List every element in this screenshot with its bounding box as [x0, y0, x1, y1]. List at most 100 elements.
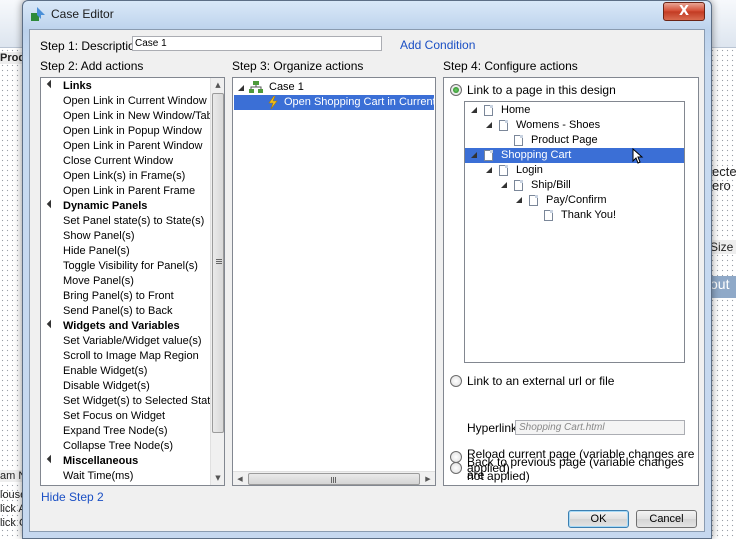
- expand-arrow-icon[interactable]: [46, 79, 56, 89]
- action-item[interactable]: Collapse Tree Node(s): [63, 440, 173, 452]
- page-name: Womens - Shoes: [516, 119, 601, 131]
- selected-action-label: Open Shopping Cart in Current Window: [284, 96, 434, 108]
- page-icon: [499, 120, 508, 131]
- action-item[interactable]: Wait Time(ms): [63, 470, 133, 482]
- scroll-down-icon[interactable]: ▼: [211, 471, 224, 485]
- collapse-arrow-icon[interactable]: [501, 182, 507, 188]
- collapse-arrow-icon[interactable]: [486, 167, 492, 173]
- add-condition-link[interactable]: Add Condition: [400, 38, 475, 52]
- action-item[interactable]: Enable Widget(s): [63, 365, 147, 377]
- selected-action-row[interactable]: Open Shopping Cart in Current Window: [234, 95, 434, 110]
- page-name: Home: [501, 104, 531, 116]
- page-icon: [544, 210, 553, 221]
- action-item[interactable]: Disable Widget(s): [63, 380, 150, 392]
- scroll-left-icon[interactable]: ◀: [233, 472, 247, 485]
- page-name: Shopping Cart: [501, 149, 572, 161]
- collapse-arrow-icon[interactable]: [486, 122, 492, 128]
- scroll-thumb[interactable]: [212, 93, 224, 433]
- ok-button[interactable]: OK: [568, 510, 629, 528]
- page-icon: [514, 180, 523, 191]
- actions-scrollbar[interactable]: ▲ ▼: [210, 78, 224, 485]
- link-page-radio[interactable]: [450, 84, 462, 96]
- step4-label: Step 4: Configure actions: [443, 59, 578, 73]
- case-editor-dialog: Case Editor X Step 1: Description Add Co…: [22, 0, 712, 539]
- page-tree-node[interactable]: Shopping Cart: [465, 148, 684, 164]
- hyperlink-label: Hyperlink: [467, 421, 518, 435]
- page-tree-node[interactable]: Ship/Bill: [465, 178, 684, 193]
- action-group-header[interactable]: Links: [63, 80, 92, 92]
- action-item[interactable]: Set Widget(s) to Selected State: [63, 395, 216, 407]
- lightning-icon: [268, 96, 278, 109]
- expand-arrow-icon[interactable]: [46, 199, 56, 209]
- action-item[interactable]: Hide Panel(s): [63, 245, 130, 257]
- step1-label: Step 1: Description: [40, 39, 142, 53]
- title-bar[interactable]: Case Editor X: [23, 1, 711, 27]
- action-group-header[interactable]: Widgets and Variables: [63, 320, 180, 332]
- close-button[interactable]: X: [663, 2, 705, 21]
- action-item[interactable]: Set Panel state(s) to State(s): [63, 215, 204, 227]
- expand-arrow-icon[interactable]: [46, 454, 56, 464]
- page-tree-node[interactable]: Thank You!: [465, 208, 684, 223]
- page-name: Ship/Bill: [531, 179, 571, 191]
- action-item[interactable]: Show Panel(s): [63, 230, 135, 242]
- app-icon: [31, 7, 45, 21]
- back-page-radio[interactable]: [450, 462, 462, 474]
- page-icon: [499, 165, 508, 176]
- action-item[interactable]: Set Focus on Widget: [63, 410, 165, 422]
- bg-fragment: ero: [712, 178, 731, 193]
- external-url-radio[interactable]: [450, 375, 462, 387]
- bg-fragment: lick A: [0, 503, 24, 515]
- bg-fragment: lick C: [0, 517, 24, 529]
- action-item[interactable]: Bring Panel(s) to Front: [63, 290, 174, 302]
- action-item[interactable]: Set Variable/Widget value(s): [63, 335, 202, 347]
- expand-arrow-icon[interactable]: [46, 319, 56, 329]
- step2-label: Step 2: Add actions: [40, 59, 144, 73]
- bg-fragment: Produ: [0, 52, 24, 64]
- action-item[interactable]: Scroll to Image Map Region: [63, 350, 199, 362]
- action-item[interactable]: Move Panel(s): [63, 275, 134, 287]
- page-tree-node[interactable]: Pay/Confirm: [465, 193, 684, 208]
- bg-fragment: ecte: [712, 164, 736, 179]
- scroll-right-icon[interactable]: ▶: [421, 472, 435, 485]
- action-item[interactable]: Open Link in Parent Frame: [63, 185, 195, 197]
- case-name: Case 1: [269, 81, 304, 93]
- action-item[interactable]: Expand Tree Node(s): [63, 425, 168, 437]
- step3-label: Step 3: Organize actions: [232, 59, 364, 73]
- action-group-header[interactable]: Dynamic Panels: [63, 200, 147, 212]
- page-icon: [484, 150, 493, 161]
- action-item[interactable]: Toggle Visibility for Panel(s): [63, 260, 198, 272]
- collapse-arrow-icon[interactable]: [238, 85, 244, 91]
- configure-panel: Link to a page in this design Home Womens…: [443, 77, 699, 486]
- bg-fragment: louse: [0, 489, 24, 501]
- action-item[interactable]: Close Current Window: [63, 155, 173, 167]
- action-item[interactable]: Open Link in Parent Window: [63, 140, 202, 152]
- page-name: Pay/Confirm: [546, 194, 607, 206]
- actions-list: Links Open Link in Current Window Open Lin…: [41, 78, 216, 485]
- mouse-cursor-icon: [632, 148, 644, 164]
- page-tree-node[interactable]: Home: [465, 103, 684, 118]
- action-item[interactable]: Open Link in Popup Window: [63, 125, 202, 137]
- action-item[interactable]: Send Panel(s) to Back: [63, 305, 172, 317]
- bg-fragment: out: [710, 276, 736, 298]
- hyperlink-input[interactable]: [515, 420, 685, 435]
- organize-panel: Case 1 Open Shopping Cart in Current Win…: [232, 77, 436, 486]
- cancel-button[interactable]: Cancel: [636, 510, 697, 528]
- collapse-arrow-icon[interactable]: [471, 107, 477, 113]
- page-tree-node[interactable]: Womens - Shoes: [465, 118, 684, 133]
- page-icon: [529, 195, 538, 206]
- page-tree-node[interactable]: Login: [465, 163, 684, 178]
- case-description-input[interactable]: [132, 36, 382, 51]
- collapse-arrow-icon[interactable]: [471, 152, 477, 158]
- action-group-header[interactable]: Miscellaneous: [63, 455, 138, 467]
- action-item[interactable]: Open Link in New Window/Tab: [63, 110, 213, 122]
- hide-step2-link[interactable]: Hide Step 2: [41, 490, 104, 504]
- scroll-up-icon[interactable]: ▲: [211, 78, 224, 92]
- organize-hscrollbar[interactable]: ◀ ▶: [233, 471, 435, 485]
- action-item[interactable]: Open Link in Current Window: [63, 95, 207, 107]
- hscroll-thumb[interactable]: [248, 473, 420, 485]
- action-item[interactable]: Open Link(s) in Frame(s): [63, 170, 185, 182]
- page-tree-node[interactable]: Product Page: [465, 133, 684, 148]
- page-icon: [484, 105, 493, 116]
- bg-fragment: am Nou: [0, 470, 24, 482]
- collapse-arrow-icon[interactable]: [516, 197, 522, 203]
